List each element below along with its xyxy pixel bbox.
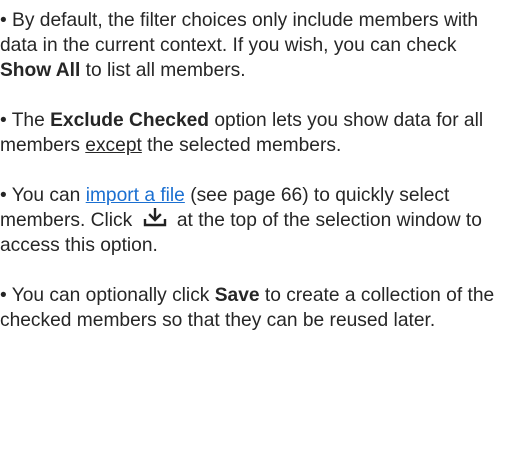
paragraph-exclude-checked: • The Exclude Checked option lets you sh…	[0, 108, 511, 158]
import-a-file-link[interactable]: import a file	[86, 185, 185, 206]
paragraph-save: • You can optionally click Save to creat…	[0, 283, 511, 333]
p1-text-pre: • By default, the filter choices only in…	[0, 10, 479, 56]
show-all-term: Show All	[0, 60, 81, 81]
paragraph-import-file: • You can import a file (see page 66) to…	[0, 183, 511, 258]
exclude-checked-term: Exclude Checked	[50, 110, 210, 131]
except-underlined: except	[85, 135, 142, 156]
help-document: • By default, the filter choices only in…	[0, 8, 511, 333]
paragraph-show-all: • By default, the filter choices only in…	[0, 8, 511, 83]
p2-text-post: the selected members.	[141, 135, 342, 156]
p2-text-pre: • The	[0, 110, 51, 131]
save-term: Save	[214, 285, 260, 306]
import-download-icon	[142, 208, 168, 228]
p4-text-pre: • You can optionally click	[0, 285, 215, 306]
p1-text-post: to list all members.	[80, 60, 246, 81]
p3-text-pre: • You can	[0, 185, 86, 206]
